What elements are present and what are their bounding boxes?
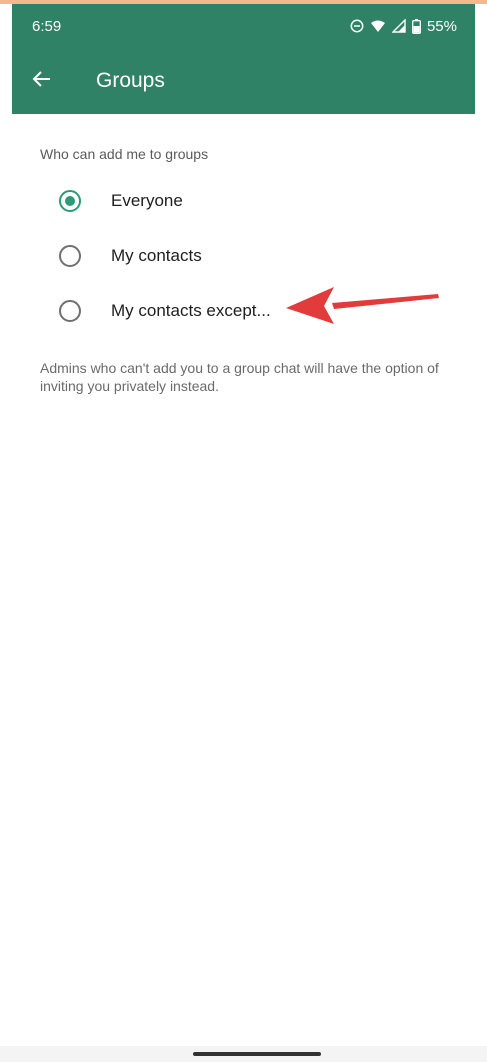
battery-percent: 55% — [426, 17, 457, 35]
radio-button[interactable] — [59, 245, 81, 267]
radio-button[interactable] — [59, 300, 81, 322]
app-bar: Groups — [12, 48, 475, 114]
signal-icon — [391, 19, 406, 33]
screen: 6:59 55% Groups Who can add me to groups… — [0, 0, 487, 1062]
option-label: My contacts — [111, 246, 202, 265]
back-arrow-icon — [32, 69, 52, 94]
radio-button-checked[interactable] — [59, 190, 81, 212]
option-everyone[interactable]: Everyone — [12, 177, 475, 225]
section-label: Who can add me to groups — [40, 146, 209, 162]
info-note: Admins who can't add you to a group chat… — [40, 360, 439, 394]
back-button[interactable] — [12, 48, 72, 114]
status-bar: 6:59 55% — [12, 4, 475, 48]
status-time: 6:59 — [32, 17, 62, 35]
option-my-contacts[interactable]: My contacts — [12, 232, 475, 280]
option-label: Everyone — [111, 191, 183, 210]
wifi-icon — [370, 19, 386, 33]
page-title: Groups — [96, 69, 165, 92]
navigation-bar — [0, 1046, 487, 1062]
home-indicator[interactable] — [193, 1052, 321, 1056]
option-label: My contacts except... — [111, 301, 271, 320]
status-icons: 55% — [350, 18, 457, 35]
annotation-arrow-icon — [282, 280, 444, 329]
battery-icon — [412, 18, 421, 34]
do-not-disturb-icon — [350, 19, 364, 33]
